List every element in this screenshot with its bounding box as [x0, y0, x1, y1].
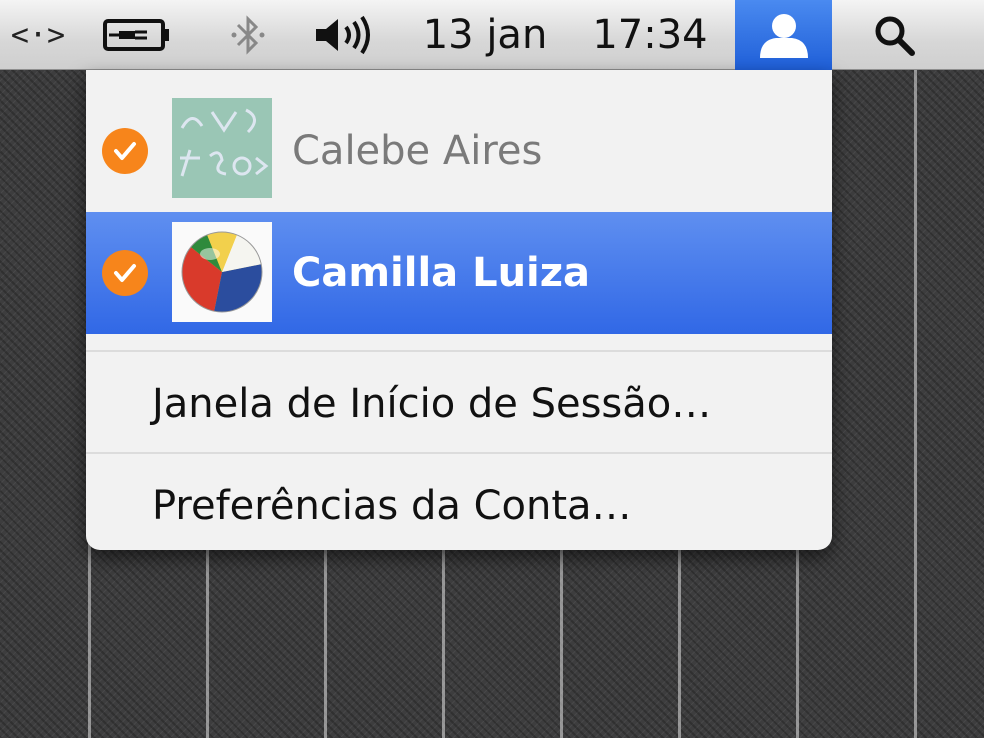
checkmark-icon [102, 128, 148, 174]
date-text: 13 jan [422, 12, 548, 58]
menubar-clock[interactable]: 17:34 [580, 0, 720, 70]
user-item-camilla-luiza[interactable]: Camilla Luiza [86, 212, 832, 334]
spotlight-search-icon[interactable] [854, 0, 934, 70]
bluetooth-icon[interactable] [216, 0, 280, 70]
menu-separator [86, 452, 832, 454]
fast-user-switch-button[interactable] [735, 0, 832, 70]
volume-icon[interactable] [306, 0, 378, 70]
account-preferences-menu-item[interactable]: Preferências da Conta… [152, 466, 632, 546]
checkmark-icon [102, 250, 148, 296]
chalkboard-avatar-icon [172, 98, 272, 198]
menu-bar: <·> 13 jan 17:34 [0, 0, 984, 70]
svg-text:<·>: <·> [11, 18, 65, 53]
menu-separator [86, 350, 832, 352]
user-name: Camilla Luiza [292, 250, 591, 296]
menubar-date[interactable]: 13 jan [410, 0, 560, 70]
beach-ball-avatar-icon [172, 222, 272, 322]
user-item-calebe-aires[interactable]: Calebe Aires [86, 90, 832, 212]
user-switch-menu: Calebe Aires Camilla Luiza Janela de Iní… [86, 70, 832, 550]
network-arrows-icon[interactable]: <·> [0, 0, 76, 70]
user-silhouette-icon [759, 14, 808, 58]
user-name: Calebe Aires [292, 128, 543, 174]
battery-plugged-icon[interactable] [96, 0, 178, 70]
login-window-menu-item[interactable]: Janela de Início de Sessão… [152, 364, 711, 444]
time-text: 17:34 [592, 12, 708, 58]
